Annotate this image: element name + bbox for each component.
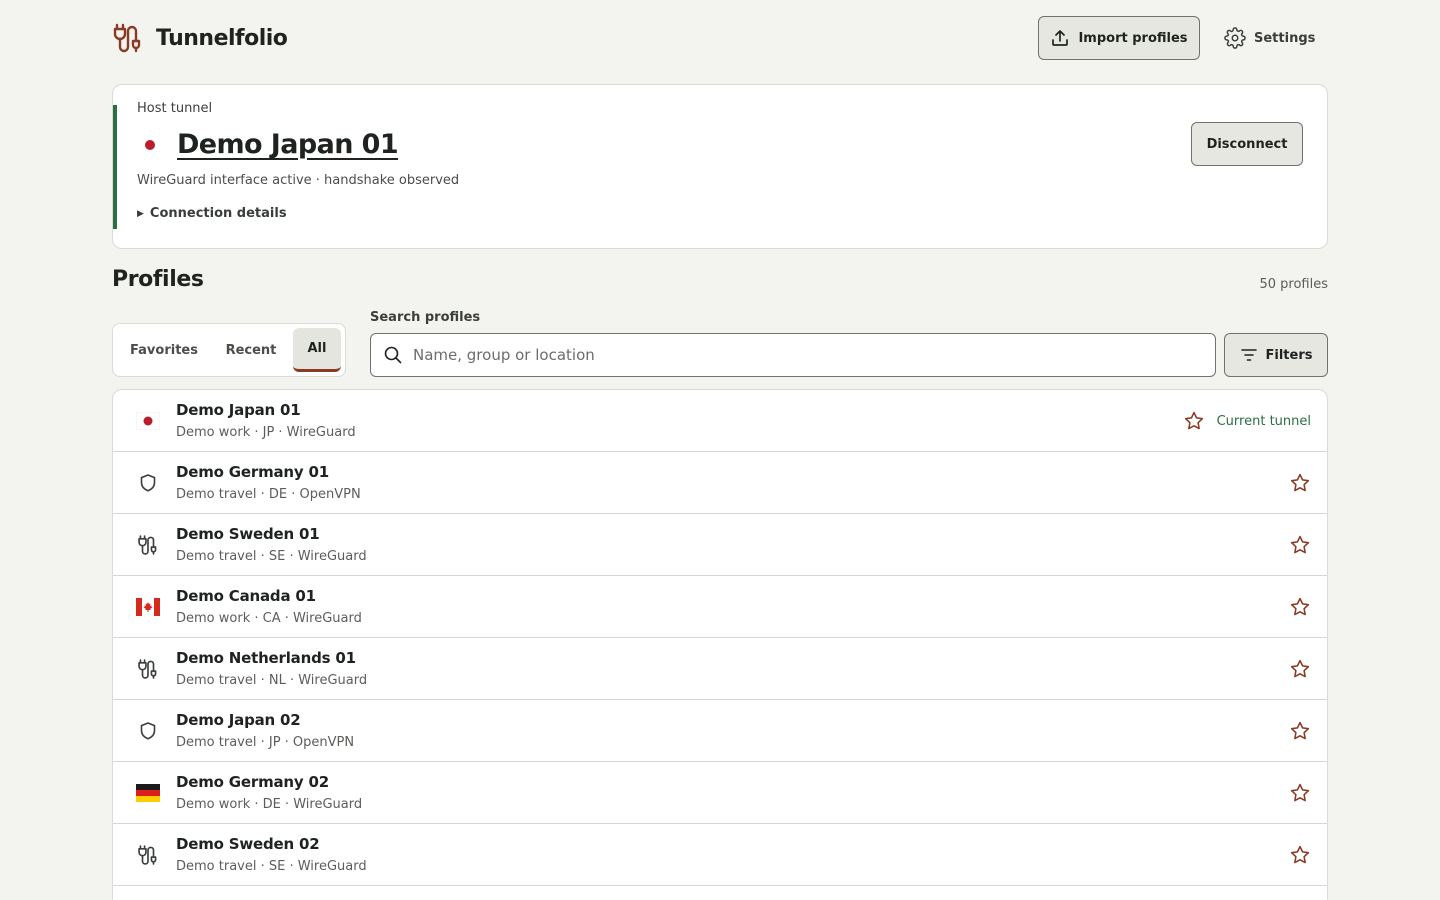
list-item[interactable]: Demo Germany 01 Demo travel · DE · OpenV… [113, 452, 1327, 514]
profile-name: Demo Sweden 01 [176, 525, 320, 543]
current-tunnel-badge: Current tunnel [1216, 413, 1311, 429]
host-tunnel-label: Host tunnel [137, 101, 213, 116]
search-profiles-label: Search profiles [370, 310, 481, 325]
row-actions [1289, 782, 1311, 804]
star-icon[interactable] [1289, 534, 1311, 556]
host-title-row: Demo Japan 01 [137, 129, 399, 160]
list-item[interactable]: Demo Japan 01 Demo work · JP · WireGuard… [113, 390, 1327, 452]
settings-label: Settings [1254, 30, 1316, 46]
row-actions [1289, 534, 1311, 556]
import-profiles-button[interactable]: Import profiles [1038, 16, 1200, 60]
profile-meta: Demo work · JP · WireGuard [176, 425, 356, 440]
profile-filter-tabs: Favorites Recent All [112, 323, 346, 377]
filters-label: Filters [1265, 347, 1313, 363]
flag-germany-icon [135, 781, 161, 805]
profile-name: Demo Japan 02 [176, 711, 301, 729]
app-header: Tunnelfolio Import profiles Settings [112, 0, 1328, 84]
app-name: Tunnelfolio [156, 25, 288, 51]
search-icon [384, 346, 402, 364]
profiles-count: 50 profiles [1259, 277, 1328, 292]
flag-japan-icon [135, 409, 161, 433]
profile-meta: Demo travel · DE · OpenVPN [176, 487, 361, 502]
list-item[interactable]: Demo Germany 02 Demo work · DE · WireGua… [113, 762, 1327, 824]
shield-icon [135, 719, 161, 743]
gear-icon [1224, 27, 1246, 49]
star-icon[interactable] [1289, 720, 1311, 742]
profile-meta: Demo travel · SE · WireGuard [176, 859, 367, 874]
flag-canada-icon [135, 595, 161, 619]
list-item[interactable]: Demo Netherlands 01 Demo travel · NL · W… [113, 638, 1327, 700]
search-input[interactable] [413, 346, 1173, 364]
filters-button[interactable]: Filters [1224, 333, 1328, 377]
profile-name: Demo Canada 01 [176, 587, 316, 605]
search-box[interactable] [370, 333, 1216, 377]
disconnect-button[interactable]: Disconnect [1191, 122, 1303, 166]
row-actions [1289, 658, 1311, 680]
star-icon[interactable] [1289, 472, 1311, 494]
app-root: Tunnelfolio Import profiles Settings Hos… [112, 0, 1328, 900]
profile-name: Demo Germany 02 [176, 773, 329, 791]
connection-details-toggle[interactable]: ▶ Connection details [137, 206, 287, 221]
tunnel-icon [135, 657, 161, 681]
tunnel-icon [135, 533, 161, 557]
brand[interactable]: Tunnelfolio [112, 22, 288, 54]
host-tunnel-card: Host tunnel Demo Japan 01 WireGuard inte… [112, 84, 1328, 249]
disclosure-triangle-icon: ▶ [137, 208, 144, 219]
tab-favorites[interactable]: Favorites [121, 328, 207, 372]
filter-icon [1240, 349, 1257, 361]
star-icon[interactable] [1289, 658, 1311, 680]
profile-meta: Demo travel · SE · WireGuard [176, 549, 367, 564]
row-actions [1289, 720, 1311, 742]
profiles-heading: Profiles [112, 267, 204, 292]
list-item[interactable]: Demo Canada 01 Demo work · CA · WireGuar… [113, 576, 1327, 638]
upload-icon [1052, 30, 1069, 46]
import-profiles-label: Import profiles [1078, 30, 1188, 46]
flag-japan-icon [137, 134, 163, 155]
profile-name: Demo Netherlands 01 [176, 649, 356, 667]
profile-meta: Demo work · CA · WireGuard [176, 611, 362, 626]
profile-meta: Demo travel · NL · WireGuard [176, 673, 368, 688]
star-icon[interactable] [1289, 782, 1311, 804]
list-item[interactable]: Demo Japan 02 Demo travel · JP · OpenVPN [113, 700, 1327, 762]
list-item[interactable]: Demo Sweden 01 Demo travel · SE · WireGu… [113, 514, 1327, 576]
star-icon[interactable] [1289, 844, 1311, 866]
settings-button[interactable]: Settings [1216, 16, 1320, 60]
tab-all[interactable]: All [293, 328, 341, 372]
profile-name: Demo Japan 01 [176, 401, 301, 419]
star-icon[interactable] [1183, 410, 1205, 432]
row-actions [1289, 472, 1311, 494]
profile-list: Demo Japan 01 Demo work · JP · WireGuard… [112, 389, 1328, 900]
profile-meta: Demo work · DE · WireGuard [176, 797, 363, 812]
tunnel-icon [135, 843, 161, 867]
profile-name: Demo Germany 01 [176, 463, 329, 481]
host-tunnel-name[interactable]: Demo Japan 01 [177, 129, 399, 160]
tunnel-logo-icon [113, 23, 141, 53]
host-status-text: WireGuard interface active · handshake o… [137, 173, 460, 188]
tab-recent[interactable]: Recent [215, 328, 287, 372]
profile-meta: Demo travel · JP · OpenVPN [176, 735, 355, 750]
row-actions [1289, 844, 1311, 866]
list-item[interactable]: Demo Sweden 02 Demo travel · SE · WireGu… [113, 824, 1327, 886]
shield-icon [135, 471, 161, 495]
active-indicator-bar [113, 105, 117, 229]
row-actions [1289, 596, 1311, 618]
profile-name: Demo Sweden 02 [176, 835, 320, 853]
connection-details-label: Connection details [149, 206, 287, 221]
row-actions: Current tunnel [1183, 410, 1311, 432]
star-icon[interactable] [1289, 596, 1311, 618]
